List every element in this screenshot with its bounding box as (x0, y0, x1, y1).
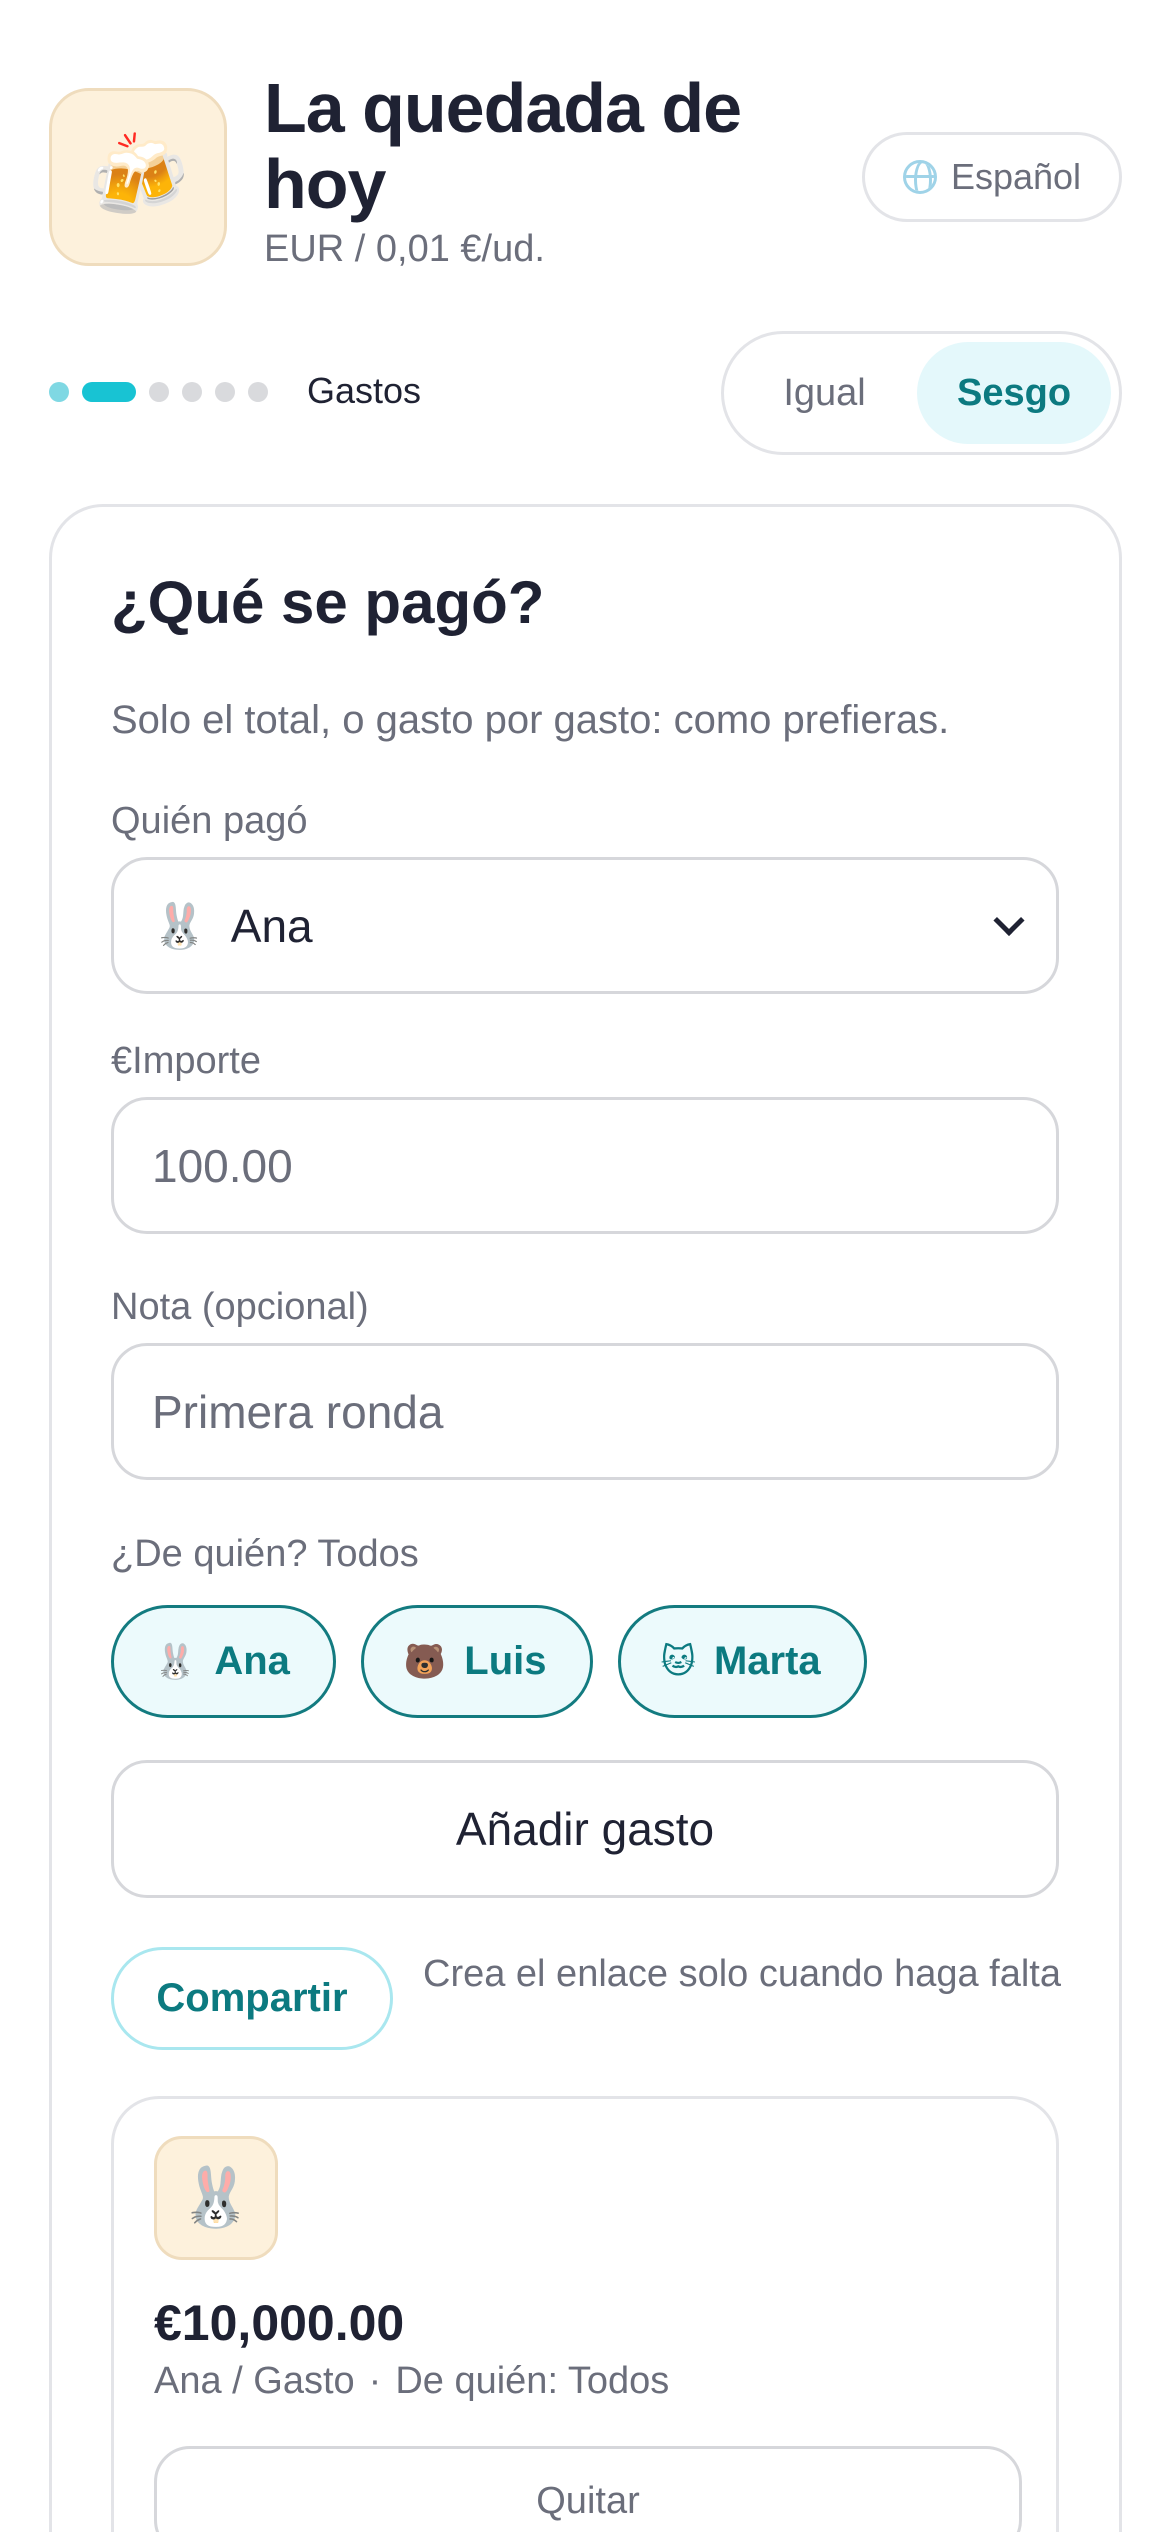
amount-input[interactable]: 100.00 (111, 1097, 1059, 1234)
share-button[interactable]: Compartir (111, 1947, 393, 2050)
avatar: 🐰 (154, 2136, 278, 2260)
globe-icon (902, 160, 937, 194)
step-dot-1 (49, 382, 69, 402)
language-button[interactable]: Español (862, 132, 1122, 222)
participant-chips: 🐰 Ana 🐻 Luis 🐱 Marta (111, 1605, 867, 1718)
toggle-option-igual[interactable]: Igual (732, 342, 917, 444)
step-dot-2 (82, 382, 136, 402)
amount-label: €Importe (111, 1040, 261, 1082)
step-dot-5 (215, 382, 235, 402)
bunny-icon: 🐰 (179, 2165, 253, 2230)
payer-select[interactable]: 🐰 Ana (111, 857, 1059, 994)
page-title: La quedada de hoy (264, 69, 742, 223)
meta-separator: · (368, 2360, 382, 2402)
note-input[interactable]: Primera ronda (111, 1343, 1059, 1480)
expense-item: 🐰 €10,000.00 Ana / Gasto · De quién: Tod… (111, 2096, 1059, 2532)
chip-label: Luis (464, 1639, 547, 1683)
split-mode-toggle: Igual Sesgo (721, 331, 1122, 455)
add-expense-button[interactable]: Añadir gasto (111, 1760, 1059, 1898)
toggle-option-sesgo[interactable]: Sesgo (917, 342, 1111, 444)
app-screen: 🍻 La quedada de hoy EUR / 0,01 €/ud. Esp… (0, 0, 1170, 2532)
expense-for-whom: De quién: Todos (395, 2360, 670, 2402)
share-hint: Crea el enlace solo cuando haga falta (423, 1953, 1062, 1995)
app-icon-glyph: 🍻 (86, 131, 190, 222)
form-title: ¿Qué se pagó? (111, 569, 545, 636)
progress-steps (49, 380, 268, 404)
beer-mugs-icon: 🍻 (49, 88, 227, 266)
chip-label: Ana (214, 1639, 290, 1683)
language-label: Español (950, 156, 1082, 197)
remove-expense-button[interactable]: Quitar (154, 2446, 1022, 2532)
expense-meta: Ana / Gasto · De quién: Todos (154, 2360, 669, 2403)
bear-icon: 🐻 (403, 1642, 447, 1681)
payer-value: Ana (230, 899, 313, 952)
expense-amount: €10,000.00 (154, 2295, 405, 2351)
amount-placeholder: 100.00 (152, 1139, 293, 1192)
expense-payer: Ana / Gasto (154, 2360, 355, 2402)
for-whom-label: ¿De quién? Todos (111, 1533, 419, 1575)
participant-chip-luis[interactable]: 🐻 Luis (360, 1605, 593, 1718)
chevron-down-icon (993, 904, 1025, 936)
chip-label: Marta (713, 1639, 821, 1683)
participant-chip-ana[interactable]: 🐰 Ana (111, 1605, 336, 1718)
currency-subtitle: EUR / 0,01 €/ud. (264, 228, 545, 270)
bunny-icon: 🐰 (154, 1642, 197, 1681)
step-dot-3 (149, 382, 169, 402)
participant-chip-marta[interactable]: 🐱 Marta (617, 1605, 867, 1718)
step-dot-6 (248, 382, 268, 402)
note-placeholder: Primera ronda (152, 1385, 444, 1438)
payer-label: Quién pagó (111, 800, 308, 842)
note-label: Nota (opcional) (111, 1286, 369, 1328)
step-label: Gastos (307, 370, 422, 411)
step-dot-4 (182, 382, 202, 402)
cat-icon: 🐱 (660, 1642, 696, 1681)
bunny-icon: 🐰 (152, 901, 207, 951)
form-description: Solo el total, o gasto por gasto: como p… (111, 698, 950, 742)
